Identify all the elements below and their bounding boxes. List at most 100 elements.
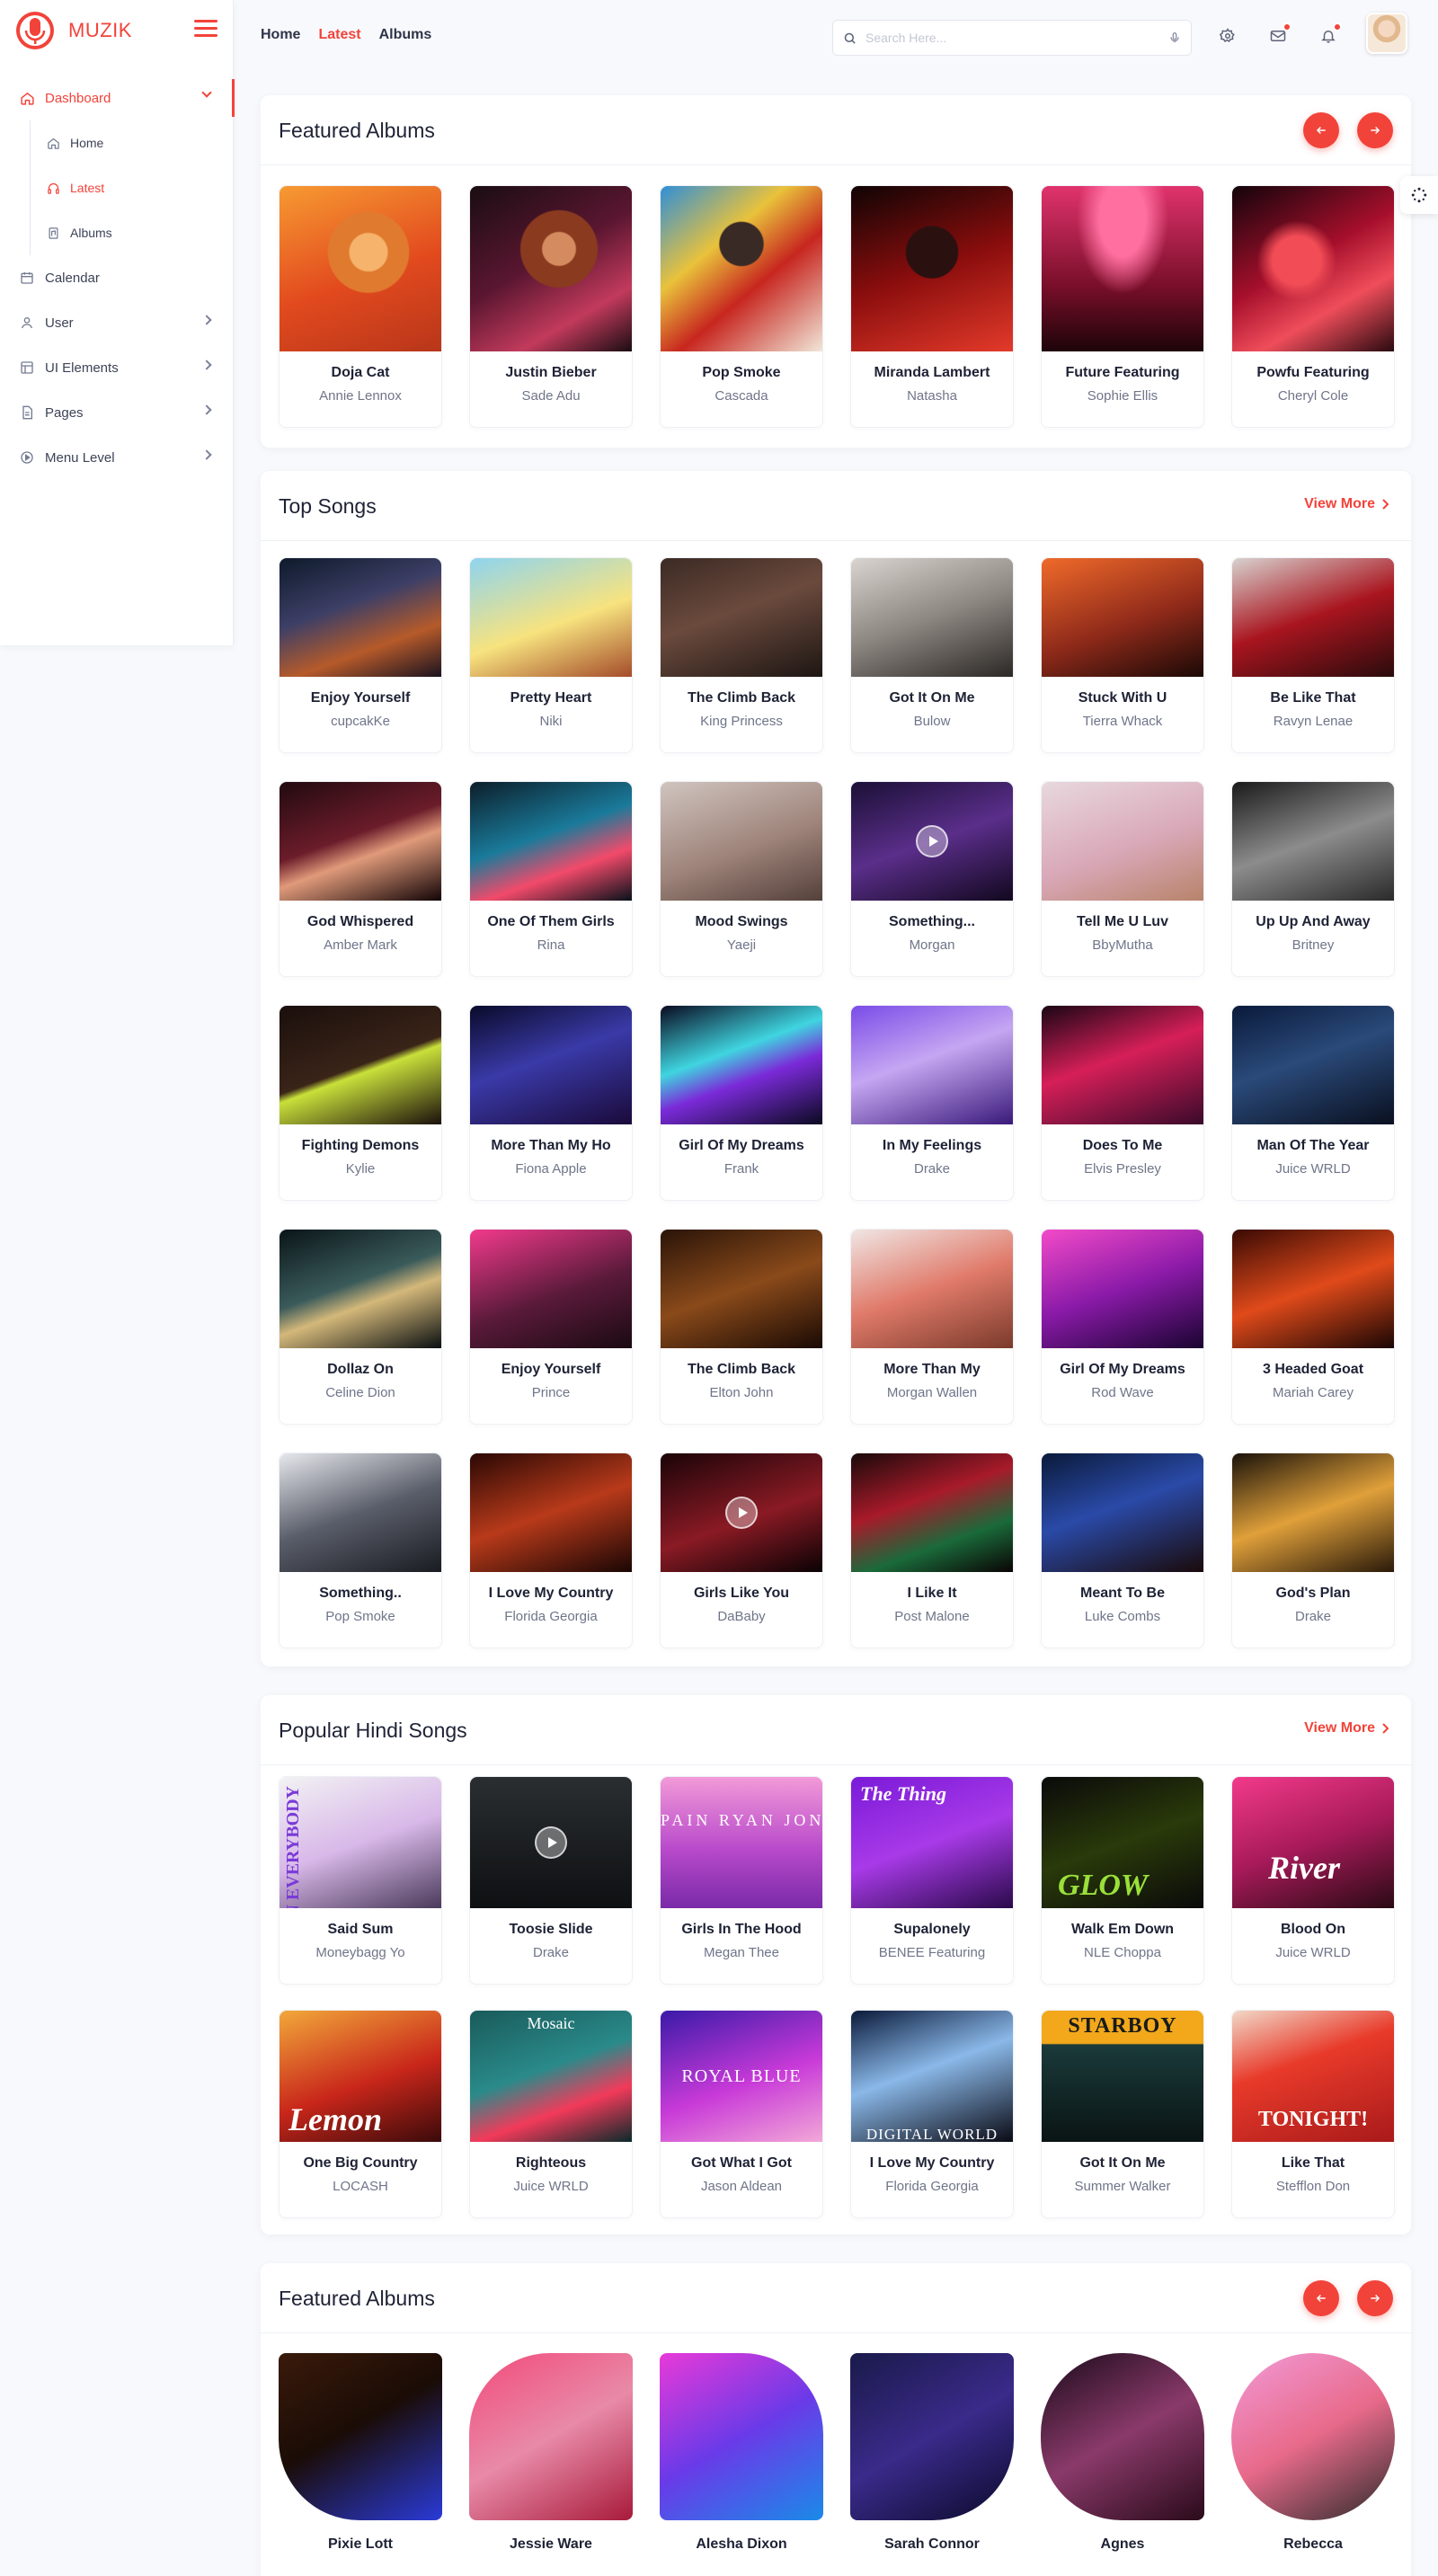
next-arrow-button[interactable] — [1357, 112, 1393, 148]
search-input[interactable] — [865, 21, 1158, 55]
top-nav-albums[interactable]: Albums — [379, 27, 432, 43]
song-tile[interactable]: More Than My Morgan Wallen — [850, 1229, 1014, 1425]
song-tile[interactable]: Justin Bieber Sade Adu — [469, 185, 633, 428]
song-title: Girl Of My Dreams — [679, 1138, 804, 1153]
song-tile[interactable]: I Like It Post Malone — [850, 1452, 1014, 1648]
logo[interactable]: MUZIK — [11, 11, 132, 50]
artist-name: Cascada — [715, 388, 768, 404]
sidebar-item-menu-level[interactable]: Menu Level — [0, 435, 234, 480]
cover-art — [851, 1230, 1013, 1348]
song-tile[interactable]: Something.. Pop Smoke — [279, 1452, 442, 1648]
artist-tile[interactable]: Sarah Connor — [850, 2353, 1014, 2553]
song-tile[interactable]: Girl Of My Dreams Rod Wave — [1041, 1229, 1204, 1425]
song-tile[interactable]: God Whispered Amber Mark — [279, 781, 442, 977]
artist-photo — [279, 2353, 442, 2520]
prev-arrow-button[interactable] — [1303, 112, 1339, 148]
song-tile[interactable]: STARBOY Got It On Me Summer Walker — [1041, 2010, 1204, 2218]
sidebar-item-dashboard[interactable]: Dashboard — [0, 76, 235, 120]
sidebar-item-user[interactable]: User — [0, 300, 234, 345]
song-tile[interactable]: Fighting Demons Kylie — [279, 1005, 442, 1201]
song-tile[interactable]: Pop Smoke Cascada — [660, 185, 823, 428]
cover-art — [470, 1777, 632, 1908]
song-tile[interactable]: Mood Swings Yaeji — [660, 781, 823, 977]
song-tile[interactable]: Future Featuring Sophie Ellis — [1041, 185, 1204, 428]
song-tile[interactable]: Meant To Be Luke Combs — [1041, 1452, 1204, 1648]
submenu-item-home[interactable]: Home — [31, 120, 234, 165]
song-tile[interactable]: Dollaz On Celine Dion — [279, 1229, 442, 1425]
song-tile[interactable]: 3 Headed Goat Mariah Carey — [1231, 1229, 1395, 1425]
avatar[interactable] — [1366, 13, 1407, 54]
song-tile[interactable]: Miranda Lambert Natasha — [850, 185, 1014, 428]
song-tile[interactable]: River Blood On Juice WRLD — [1231, 1776, 1395, 1985]
view-more-link[interactable]: View More — [1304, 496, 1389, 512]
cover-art — [470, 1230, 632, 1348]
song-tile[interactable]: Doja Cat Annie Lennox — [279, 185, 442, 428]
submenu-item-latest[interactable]: Latest — [31, 165, 234, 210]
song-title: One Of Them Girls — [487, 914, 615, 929]
sidebar-item-calendar[interactable]: Calendar — [0, 255, 234, 300]
song-tile[interactable]: Man Of The Year Juice WRLD — [1231, 1005, 1395, 1201]
song-tile[interactable]: More Than My Ho Fiona Apple — [469, 1005, 633, 1201]
prev-arrow-button[interactable] — [1303, 2280, 1339, 2316]
menu-toggle-icon[interactable] — [194, 20, 217, 41]
song-tile[interactable]: I Love My Country Florida Georgia — [469, 1452, 633, 1648]
artist-name: Juice WRLD — [1275, 1945, 1351, 1960]
song-tile[interactable]: Be Like That Ravyn Lenae — [1231, 557, 1395, 753]
song-tile[interactable]: Girls Like You DaBaby — [660, 1452, 823, 1648]
song-tile[interactable]: Stuck With U Tierra Whack — [1041, 557, 1204, 753]
song-tile[interactable]: Toosie Slide Drake — [469, 1776, 633, 1985]
top-nav-latest[interactable]: Latest — [318, 27, 360, 43]
song-tile[interactable]: Powfu Featuring Cheryl Cole — [1231, 185, 1395, 428]
artist-tile[interactable]: Pixie Lott — [279, 2353, 442, 2553]
top-nav-home[interactable]: Home — [261, 27, 300, 43]
song-tile[interactable]: Enjoy Yourself cupcakKe — [279, 557, 442, 753]
song-title: The Climb Back — [687, 690, 796, 706]
song-tile[interactable]: DIGITAL WORLD I Love My Country Florida Ge… — [850, 2010, 1014, 2218]
artist-tile[interactable]: Rebecca — [1231, 2353, 1395, 2553]
song-tile[interactable]: Pretty Heart Niki — [469, 557, 633, 753]
song-tile[interactable]: The Climb Back King Princess — [660, 557, 823, 753]
artist-name: King Princess — [700, 714, 783, 729]
view-more-link[interactable]: View More — [1304, 1720, 1389, 1737]
bell-icon[interactable] — [1318, 22, 1342, 47]
headphones-icon — [45, 180, 61, 196]
song-tile[interactable]: Something... Morgan — [850, 781, 1014, 977]
gear-icon[interactable] — [1217, 25, 1238, 47]
song-title: The Climb Back — [687, 1362, 796, 1377]
song-tile[interactable]: God's Plan Drake — [1231, 1452, 1395, 1648]
song-tile[interactable]: Tell Me U Luv BbyMutha — [1041, 781, 1204, 977]
microphone-icon[interactable] — [1158, 31, 1191, 45]
song-tile[interactable]: Up Up And Away Britney — [1231, 781, 1395, 977]
song-tile[interactable]: PAIN RYAN JONES Girls In The Hood Megan Th… — [660, 1776, 823, 1985]
song-tile[interactable]: Girl Of My Dreams Frank — [660, 1005, 823, 1201]
song-tile[interactable]: Does To Me Elvis Presley — [1041, 1005, 1204, 1201]
settings-spinner-icon[interactable] — [1400, 176, 1438, 214]
play-icon[interactable] — [725, 1497, 758, 1529]
artist-tile[interactable]: Alesha Dixon — [660, 2353, 823, 2553]
song-tile[interactable]: Lemon One Big Country LOCASH — [279, 2010, 442, 2218]
artist-tile[interactable]: Jessie Ware — [469, 2353, 633, 2553]
song-tile[interactable]: ON EVERYBODY Said Sum Moneybagg Yo — [279, 1776, 442, 1985]
song-tile[interactable]: GLOW Walk Em Down NLE Choppa — [1041, 1776, 1204, 1985]
song-tile[interactable]: TONIGHT! Like That Stefflon Don — [1231, 2010, 1395, 2218]
song-tile[interactable]: The Climb Back Elton John — [660, 1229, 823, 1425]
cover-art-text: ON EVERYBODY — [283, 1786, 303, 1908]
submenu-item-label: Albums — [70, 226, 112, 240]
song-tile[interactable]: Enjoy Yourself Prince — [469, 1229, 633, 1425]
play-icon[interactable] — [535, 1826, 567, 1859]
artist-tile[interactable]: Agnes — [1041, 2353, 1204, 2553]
submenu-item-albums[interactable]: Albums — [31, 210, 234, 255]
mail-icon[interactable] — [1267, 22, 1292, 47]
song-tile[interactable]: ROYAL BLUE Got What I Got Jason Aldean — [660, 2010, 823, 2218]
sidebar-item-pages[interactable]: Pages — [0, 390, 234, 435]
song-tile[interactable]: One Of Them Girls Rina — [469, 781, 633, 977]
sidebar-item-ui-elements[interactable]: UI Elements — [0, 345, 234, 390]
next-arrow-button[interactable] — [1357, 2280, 1393, 2316]
song-title: Up Up And Away — [1256, 914, 1371, 929]
song-tile[interactable]: In My Feelings Drake — [850, 1005, 1014, 1201]
play-icon[interactable] — [916, 825, 948, 857]
song-tile[interactable]: The Thing Supalonely BENEE Featuring — [850, 1776, 1014, 1985]
song-tile[interactable]: Got It On Me Bulow — [850, 557, 1014, 753]
song-tile[interactable]: Mosaic Righteous Juice WRLD — [469, 2010, 633, 2218]
artist-name: Niki — [539, 714, 563, 729]
